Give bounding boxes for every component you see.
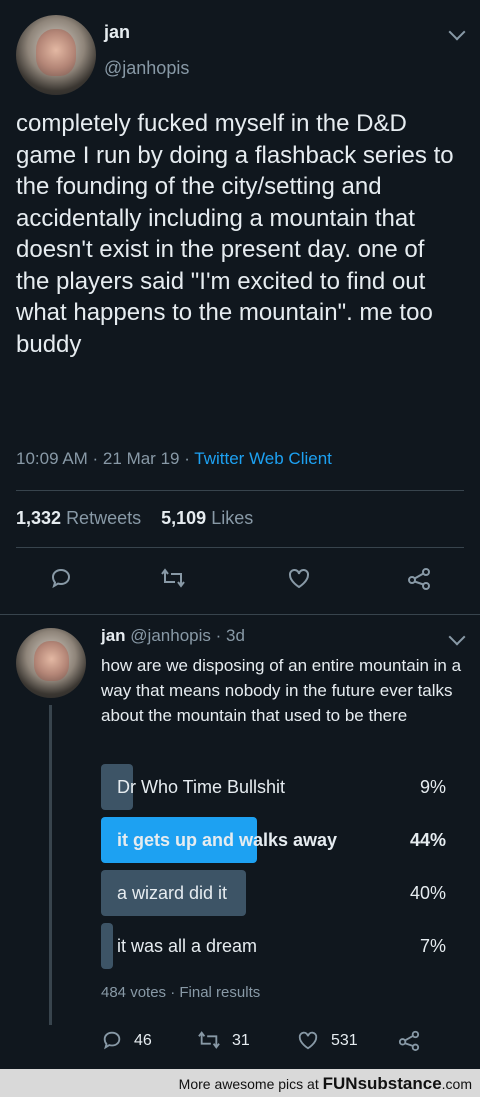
tweet-client-link[interactable]: Twitter Web Client: [194, 449, 332, 468]
poll-option-label: a wizard did it: [117, 883, 228, 903]
like-count: 531: [331, 1032, 358, 1049]
retweets-label: Retweets: [66, 508, 142, 528]
retweets-stat[interactable]: 1,332 Retweets: [16, 508, 141, 528]
tweet-timestamp-row: 10:09 AM · 21 Mar 19 · Twitter Web Clien…: [16, 449, 332, 469]
likes-label: Likes: [211, 508, 254, 528]
reply-handle-time[interactable]: @janhopis · 3d: [130, 626, 245, 645]
avatar[interactable]: [16, 15, 96, 95]
watermark-tld: .com: [441, 1076, 472, 1092]
author-name[interactable]: jan: [104, 22, 130, 43]
author-handle[interactable]: @janhopis: [104, 58, 189, 79]
reply-actions: 46 31 531: [101, 1029, 431, 1055]
tweet-text: completely fucked myself in the D&D game…: [16, 110, 454, 358]
poll-option: it gets up and walks away 44%: [101, 817, 456, 863]
reply-text: how are we disposing of an entire mounta…: [101, 656, 462, 725]
retweet-icon[interactable]: [160, 566, 186, 590]
poll-option: Dr Who Time Bullshit 9%: [101, 764, 456, 810]
poll-option-percent: 7%: [419, 936, 446, 956]
share-icon[interactable]: [406, 566, 432, 590]
watermark-bar: More awesome pics at FUNsubstance.com: [0, 1069, 480, 1097]
thread-line: [49, 705, 52, 1025]
likes-count: 5,109: [161, 508, 207, 528]
tweet-timestamp[interactable]: 10:09 AM · 21 Mar 19 ·: [16, 449, 194, 468]
poll-option-percent: 40%: [409, 883, 446, 903]
poll-option-percent: 9%: [419, 777, 446, 797]
retweet-count: 31: [232, 1032, 250, 1049]
retweets-count: 1,332: [16, 508, 62, 528]
divider: [16, 547, 464, 548]
reply-icon[interactable]: [49, 566, 73, 590]
poll-option-label: it was all a dream: [117, 936, 258, 956]
like-icon[interactable]: [286, 566, 312, 590]
reply-icon[interactable]: [101, 1029, 123, 1051]
poll-option-label: Dr Who Time Bullshit: [117, 777, 286, 797]
poll-option: a wizard did it 40%: [101, 870, 456, 916]
likes-stat[interactable]: 5,109 Likes: [161, 508, 253, 528]
poll-meta: 484 votes · Final results: [101, 984, 261, 1001]
divider: [16, 490, 464, 491]
chevron-down-icon[interactable]: [448, 628, 466, 646]
tweet-stats: 1,332 Retweets 5,109 Likes: [16, 508, 253, 529]
poll-option: it was all a dream 7%: [101, 923, 456, 969]
reply-author-name[interactable]: jan: [101, 626, 126, 645]
chevron-down-icon[interactable]: [448, 23, 466, 41]
reply-avatar[interactable]: [16, 628, 86, 698]
watermark-caption: More awesome pics at: [178, 1076, 319, 1092]
poll: Dr Who Time Bullshit 9% it gets up and w…: [101, 764, 456, 974]
poll-bar: [101, 923, 113, 969]
like-icon[interactable]: [296, 1029, 320, 1051]
share-icon[interactable]: [397, 1029, 421, 1051]
divider: [0, 614, 480, 615]
poll-option-label: it gets up and walks away: [117, 830, 338, 850]
watermark-text: More awesome pics at FUNsubstance.com: [179, 1074, 472, 1094]
reply-header: jan @janhopis · 3d: [101, 626, 245, 646]
watermark-brand: FUNsubstance: [322, 1074, 442, 1093]
retweet-icon[interactable]: [197, 1029, 221, 1051]
reply-count: 46: [134, 1032, 152, 1049]
poll-option-percent: 44%: [409, 830, 446, 850]
